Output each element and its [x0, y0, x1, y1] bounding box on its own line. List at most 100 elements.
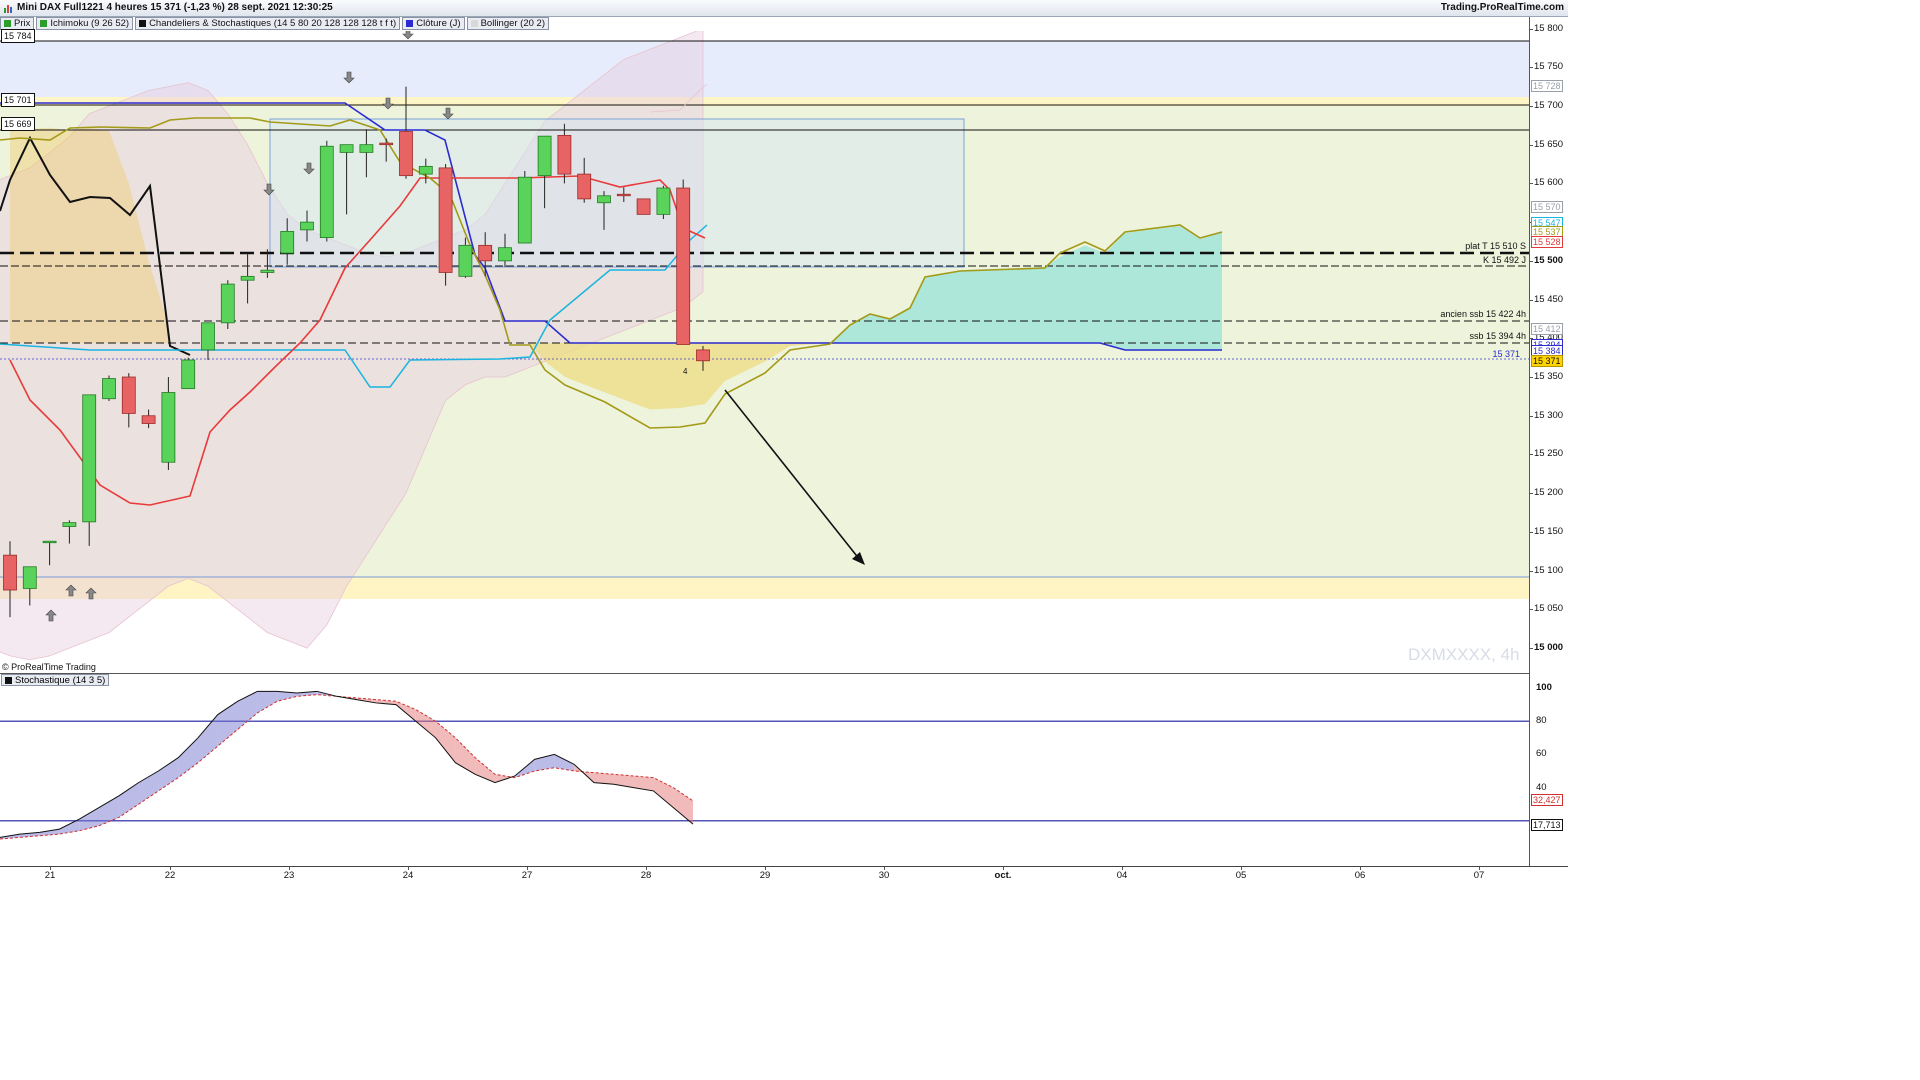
brand-label: Trading.ProRealTime.com — [1440, 2, 1564, 13]
title-bar: Mini DAX Full1221 4 heures 15 371 (-1,23… — [0, 0, 1568, 17]
candle — [260, 269, 275, 273]
stoch-fill-segment — [79, 807, 99, 831]
date-axis-label: oct. — [994, 870, 1012, 881]
level-tag-15701: 15 701 — [1, 93, 35, 107]
price-axis-tick — [1529, 454, 1533, 456]
date-axis-label: 24 — [402, 870, 414, 881]
hline-label-ssb: ssb 15 394 4h — [1469, 331, 1526, 341]
candle — [42, 540, 57, 544]
candle — [696, 349, 710, 362]
candle — [102, 378, 116, 400]
date-axis-tick — [884, 867, 885, 870]
price-axis-tick — [1529, 377, 1533, 379]
date-axis-tick — [1003, 867, 1004, 870]
date-axis-label: 07 — [1473, 870, 1485, 881]
price-value-box: 15 528 — [1531, 236, 1563, 248]
stoch-fill-segment — [237, 691, 258, 730]
date-axis-tick — [1122, 867, 1123, 870]
price-value-box: 15 570 — [1531, 201, 1563, 213]
legend-item-ichimoku[interactable]: Ichimoku (9 26 52) — [36, 17, 134, 30]
stoch-axis-label: 100 — [1536, 682, 1552, 693]
candle — [161, 392, 176, 463]
price-axis-label: 15 000 — [1534, 642, 1564, 654]
legend-swatch-icon — [406, 20, 414, 27]
price-axis-tick — [1529, 493, 1533, 495]
price-axis-label: 15 050 — [1534, 603, 1564, 615]
panel-separator — [0, 673, 1529, 674]
price-value-box: 15 371 — [1531, 355, 1563, 367]
price-axis-label: 15 750 — [1534, 61, 1564, 73]
price-axis-label: 15 650 — [1534, 138, 1564, 150]
candle — [300, 221, 314, 231]
candle — [656, 187, 671, 215]
app-chart-icon — [4, 5, 12, 13]
price-axis-label: 15 600 — [1534, 177, 1564, 189]
stochastic-legend[interactable]: Stochastique (14 3 5) — [1, 674, 110, 686]
stoch-fill-segment — [653, 777, 674, 808]
date-axis-tick — [170, 867, 171, 870]
signal-down-arrow-icon — [402, 31, 414, 40]
candle — [597, 195, 611, 204]
price-axis-label: 15 300 — [1534, 409, 1564, 421]
candle — [280, 231, 295, 254]
legend-item-chandeliers[interactable]: Chandeliers & Stochastiques (14 5 80 20 … — [135, 17, 401, 30]
candle-count-label: 4 — [683, 367, 688, 376]
stoch-value-box: 17,713 — [1531, 818, 1563, 831]
price-axis-tick — [1529, 570, 1533, 572]
stoch-fill-segment — [138, 771, 159, 805]
legend-swatch-icon — [4, 20, 11, 27]
candle — [3, 554, 17, 591]
legend-item-cloture[interactable]: Clôture (J) — [402, 17, 465, 30]
copyright-text: © ProRealTime Trading — [2, 662, 96, 672]
candle — [557, 134, 572, 175]
stoch-fill-segment — [673, 787, 693, 825]
price-axis-tick — [1529, 299, 1533, 301]
date-axis-label: 23 — [283, 870, 295, 881]
date-axis[interactable]: 21 22 23 24 27 28 29 30 oct. 04 05 06 07 — [0, 866, 1568, 882]
price-axis-label: 15 500 — [1534, 254, 1564, 266]
hline-label-plat: plat T 15 510 S — [1465, 241, 1526, 251]
candle — [141, 415, 156, 424]
legend-label: Bollinger (20 2) — [480, 18, 545, 29]
price-axis-tick — [1529, 144, 1533, 146]
candle — [577, 173, 592, 200]
date-axis-tick — [50, 867, 51, 870]
price-axis-label: 15 700 — [1534, 99, 1564, 111]
price-axis-label: 15 150 — [1534, 525, 1564, 537]
date-axis-label: 04 — [1116, 870, 1128, 881]
date-axis-tick — [1360, 867, 1361, 870]
price-axis-tick — [1529, 648, 1533, 650]
date-axis-tick — [646, 867, 647, 870]
price-axis-tick — [1529, 260, 1533, 262]
legend-item-bollinger[interactable]: Bollinger (20 2) — [466, 17, 549, 30]
date-axis-tick — [1241, 867, 1242, 870]
date-axis-label: 28 — [640, 870, 652, 881]
price-axis-tick — [1529, 531, 1533, 533]
price-chart[interactable]: 4 — [0, 31, 1529, 673]
date-axis-label: 05 — [1235, 870, 1247, 881]
range-box — [269, 118, 965, 268]
candle — [399, 131, 413, 177]
stoch-axis-label: 80 — [1536, 715, 1547, 727]
date-axis-tick — [289, 867, 290, 870]
candle — [220, 283, 235, 324]
legend-label: Ichimoku (9 26 52) — [50, 18, 130, 29]
date-axis-tick — [527, 867, 528, 870]
price-axis-tick — [1529, 105, 1533, 107]
legend-swatch-icon — [139, 20, 147, 27]
window-title: Mini DAX Full1221 4 heures 15 371 (-1,23… — [17, 2, 333, 13]
date-axis-tick — [408, 867, 409, 870]
candle — [240, 275, 255, 281]
stoch-fill-segment — [178, 737, 198, 778]
candle — [22, 566, 37, 589]
price-axis-tick — [1529, 67, 1533, 69]
price-axis-tick — [1529, 183, 1533, 185]
price-axis-tick — [1529, 28, 1533, 30]
date-axis-label: 22 — [164, 870, 176, 881]
legend-label: Clôture (J) — [416, 18, 461, 29]
legend-label: Chandeliers & Stochastiques (14 5 80 20 … — [149, 18, 397, 29]
stoch-fill-segment — [257, 691, 278, 713]
price-value-box: 15 412 — [1531, 323, 1563, 335]
candle — [537, 135, 552, 177]
stochastic-chart[interactable] — [0, 674, 1529, 864]
